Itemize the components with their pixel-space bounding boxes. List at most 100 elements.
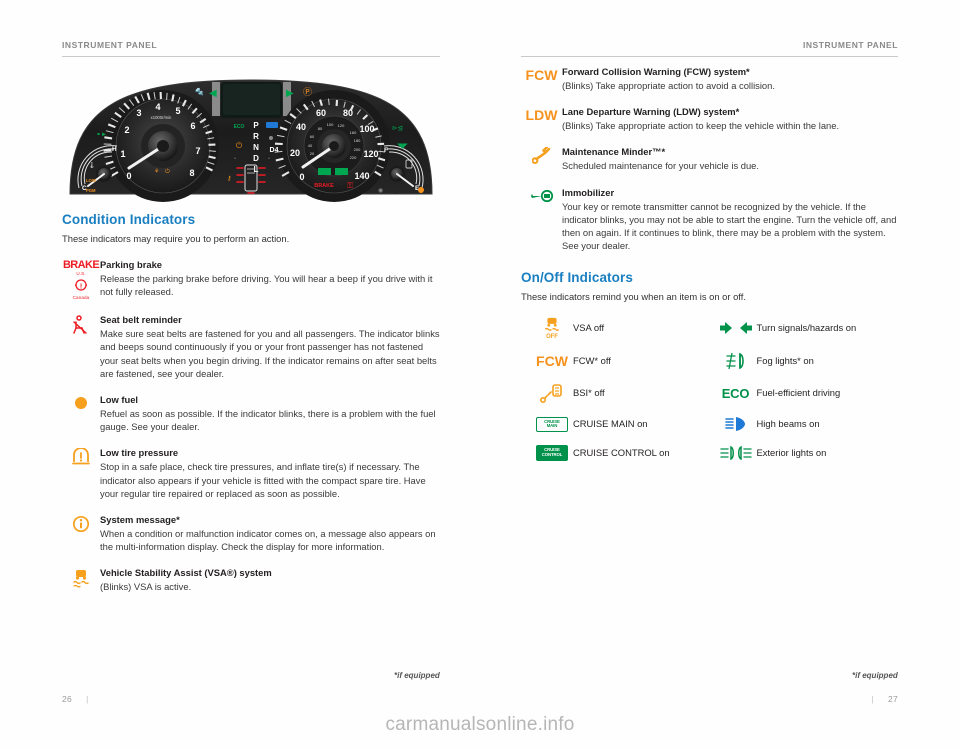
svg-text:3: 3 (136, 108, 141, 118)
indicator-entry-seat-belt-reminder: Seat belt reminder Make sure seat belts … (62, 314, 440, 380)
svg-text:8: 8 (189, 168, 194, 178)
onoff-item-turn-signals: Turn signals/hazards on (715, 317, 899, 339)
entry-title: Immobilizer (562, 186, 615, 198)
page-number-right: | 27 (871, 694, 898, 704)
svg-text:OFF: OFF (546, 335, 558, 340)
right-page-column: FCW Forward Collision Warning (FCW) syst… (521, 66, 898, 461)
brake-word-label: BRAKE (62, 259, 100, 271)
fcw-icon-text: FCW (525, 67, 558, 83)
turn-signal-arrows-icon (715, 321, 757, 335)
svg-text:⚿: ⚿ (347, 181, 353, 190)
folio-separator-right: | (871, 694, 874, 704)
svg-text:180: 180 (354, 138, 361, 143)
indicator-entry-maintenance-minder: Maintenance Minder™* Scheduled maintenan… (521, 146, 898, 172)
onoff-label: CRUISE CONTROL on (573, 447, 670, 459)
svg-text:1: 1 (120, 149, 125, 159)
site-watermark: carmanualsonline.info (385, 714, 575, 735)
svg-text:⚷: ⚷ (227, 175, 231, 182)
onoff-label: Fog lights* on (756, 355, 814, 367)
eco-icon: ECO (715, 386, 757, 401)
svg-text:Ⓟ: Ⓟ (303, 87, 312, 97)
entry-description: Your key or remote transmitter cannot be… (562, 200, 897, 252)
svg-text:PGM: PGM (86, 188, 96, 193)
entry-title: Low tire pressure (100, 447, 179, 459)
page-number-right-value: 27 (887, 694, 898, 704)
cruise-main-line2: MAIN (546, 423, 558, 429)
header-rule-right (521, 56, 898, 57)
indicator-entry-parking-brake: BRAKE U.S. ! Canada Parking brake Releas… (62, 259, 440, 300)
svg-text:▶: ▶ (286, 88, 294, 99)
cruise-control-line2: CONTROL (541, 452, 563, 458)
entry-description: (Blinks) VSA is active. (100, 581, 192, 593)
svg-text:H: H (112, 146, 117, 153)
condition-indicators-title: Condition Indicators (62, 212, 196, 227)
onoff-item-fog-lights: Fog lights* on (715, 352, 899, 370)
svg-text:⚭►: ⚭► (96, 132, 107, 138)
svg-text:⚘: ⚘ (154, 168, 159, 175)
svg-text:BRAKE: BRAKE (314, 183, 334, 189)
svg-text:40: 40 (308, 143, 313, 148)
svg-text:R: R (253, 132, 259, 141)
svg-text:🔩: 🔩 (195, 87, 204, 96)
indicator-entry-low-fuel: Low fuel Refuel as soon as possible. If … (62, 394, 440, 433)
svg-text:LOW: LOW (86, 178, 96, 183)
maintenance-minder-wrench-icon (521, 146, 562, 165)
indicator-entry-fcw: FCW Forward Collision Warning (FCW) syst… (521, 66, 898, 92)
folio-separator-left: | (86, 694, 89, 704)
svg-text:⚬: ⚬ (233, 156, 237, 162)
svg-text:6: 6 (190, 121, 195, 131)
onoff-item-bsi-off: BSI* off (531, 383, 715, 404)
svg-text:220: 220 (350, 155, 357, 160)
ldw-icon: LDW (521, 106, 562, 123)
onoff-item-cruise-control: CRUISE CONTROL CRUISE CONTROL on (531, 445, 715, 461)
onoff-label: FCW* off (573, 355, 611, 367)
entry-description: Make sure seat belts are fastened for yo… (100, 328, 440, 379)
left-page-column: 0 1 2 3 4 5 6 7 8 x1000r/min ⚘ ⏻ 0 20 40… (62, 66, 440, 608)
svg-text:D: D (253, 154, 259, 163)
entry-title: Parking brake (100, 259, 163, 270)
fcw-off-icon-text: FCW (536, 353, 568, 370)
svg-text:40: 40 (296, 122, 306, 132)
low-fuel-icon (62, 394, 100, 411)
svg-text:5: 5 (175, 106, 180, 116)
onoff-indicators-title: On/Off Indicators (521, 270, 633, 286)
fcw-off-icon: FCW (531, 353, 573, 369)
svg-text:⚬: ⚬ (267, 156, 271, 162)
cruise-control-icon: CRUISE CONTROL (531, 445, 573, 461)
svg-text:80: 80 (343, 108, 353, 118)
svg-text:F: F (384, 147, 388, 154)
svg-text:60: 60 (316, 108, 326, 118)
svg-text:7: 7 (195, 146, 200, 156)
svg-text:N: N (253, 143, 259, 152)
seat-belt-reminder-icon (62, 314, 100, 335)
indicator-entry-ldw: LDW Lane Departure Warning (LDW) system*… (521, 106, 898, 132)
onoff-label: High beams on (756, 418, 820, 430)
page-number-left: 26 | (62, 694, 89, 704)
vsa-icon (62, 567, 100, 588)
svg-text:D4: D4 (270, 147, 279, 154)
entry-description: Scheduled maintenance for your vehicle i… (562, 160, 759, 172)
svg-text:◀: ◀ (209, 88, 217, 99)
onoff-item-high-beams: High beams on (715, 416, 899, 432)
page-number-left-value: 26 (62, 694, 73, 704)
footnote-right: *if equipped (852, 671, 898, 680)
entry-title: Vehicle Stability Assist (VSA®) system (100, 567, 272, 579)
high-beams-icon (715, 416, 757, 432)
svg-text:2: 2 (124, 125, 129, 135)
onoff-label: VSA off (573, 322, 605, 334)
svg-text:120: 120 (363, 149, 378, 159)
entry-description: Release the parking brake before driving… (100, 273, 433, 298)
indicator-entry-vsa: Vehicle Stability Assist (VSA®) system (… (62, 567, 440, 593)
entry-title: Forward Collision Warning (FCW) system* (562, 66, 750, 77)
brake-canada-symbol: ! (75, 278, 87, 291)
running-head-right: INSTRUMENT PANEL (802, 40, 898, 50)
onoff-label: BSI* off (573, 387, 605, 399)
onoff-item-vsa-off: OFF VSA off (531, 317, 715, 339)
entry-title: Seat belt reminder (100, 314, 182, 326)
low-tire-pressure-icon (62, 447, 100, 466)
fcw-icon: FCW (521, 66, 562, 83)
svg-text:140: 140 (354, 171, 369, 181)
exterior-lights-icon (715, 446, 757, 461)
svg-text:100: 100 (327, 122, 334, 127)
onoff-item-exterior-lights: Exterior lights on (715, 445, 899, 461)
